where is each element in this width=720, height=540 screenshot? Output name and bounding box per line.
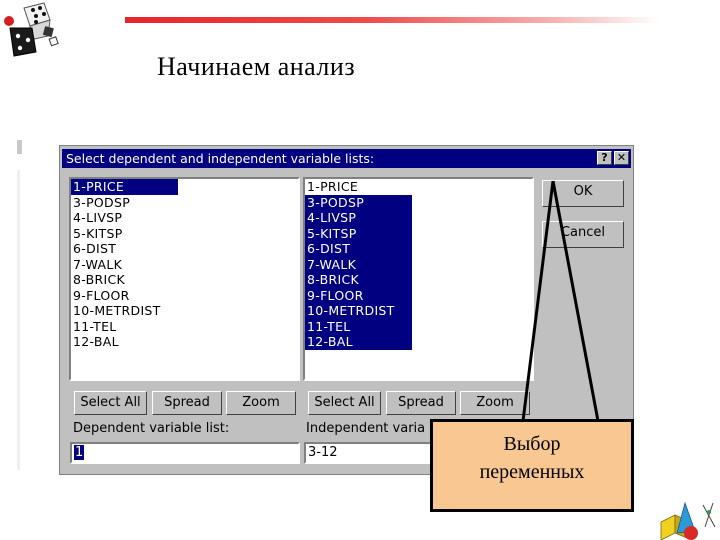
list-item[interactable]: 1-PRICE — [305, 179, 532, 195]
list-item[interactable]: 10-METRDIST — [305, 303, 412, 319]
callout-line-1: Выбор — [503, 433, 561, 455]
cancel-button[interactable]: Cancel — [542, 221, 624, 248]
left-edge-line — [17, 170, 20, 470]
independent-list-label: Independent varia — [306, 421, 426, 436]
dependent-list-label: Dependent variable list: — [73, 421, 230, 436]
list-item[interactable]: 11-TEL — [305, 318, 412, 334]
list-item[interactable]: 5-KITSP — [71, 226, 298, 242]
list-item[interactable]: 10-METRDIST — [71, 303, 298, 319]
list-item[interactable]: 11-TEL — [71, 319, 298, 335]
help-button[interactable]: ? — [597, 151, 612, 165]
independent-variable-value: 3-12 — [308, 445, 338, 460]
callout-box: Выбор переменных — [430, 419, 634, 512]
independent-candidate-list[interactable]: 1-PRICE 3-PODSP 4-LIVSP 5-KITSP 6-DIST 7-WALK… — [303, 177, 534, 381]
geometry-shapes-icon — [660, 501, 716, 540]
dependent-variable-value: 1 — [74, 445, 85, 460]
close-button[interactable]: ✕ — [614, 151, 629, 165]
list-item[interactable]: 6-DIST — [71, 241, 298, 257]
list-item[interactable]: 4-LIVSP — [71, 210, 298, 226]
independent-variable-field[interactable]: 3-12 — [304, 442, 444, 464]
right-spread-button[interactable]: Spread — [386, 391, 456, 415]
dependent-variable-field[interactable]: 1 — [70, 442, 300, 464]
list-item[interactable]: 8-BRICK — [305, 272, 412, 288]
list-item[interactable]: 1-PRICE — [71, 179, 178, 195]
left-edge-mark — [17, 140, 22, 154]
list-item[interactable]: 7-WALK — [71, 257, 298, 273]
title-accent-line — [125, 17, 660, 23]
left-zoom-button[interactable]: Zoom — [226, 391, 296, 415]
list-item[interactable]: 12-BAL — [305, 334, 412, 350]
right-select-all-button[interactable]: Select All — [308, 391, 381, 415]
right-zoom-button[interactable]: Zoom — [460, 391, 530, 415]
list-item[interactable]: 7-WALK — [305, 256, 412, 272]
left-select-all-button[interactable]: Select All — [74, 391, 147, 415]
dialog-titlebar: Select dependent and independent variabl… — [62, 149, 631, 168]
dice-icon — [4, 2, 59, 57]
slide-title: Начинаем анализ — [157, 52, 356, 81]
list-item[interactable]: 3-PODSP — [305, 194, 412, 210]
list-item[interactable]: 12-BAL — [71, 334, 298, 350]
callout-line-2: переменных — [479, 461, 585, 483]
list-item[interactable]: 9-FLOOR — [305, 287, 412, 303]
left-spread-button[interactable]: Spread — [152, 391, 222, 415]
dependent-candidate-list[interactable]: 1-PRICE 3-PODSP 4-LIVSP 5-KITSP 6-DIST 7-WALK… — [69, 177, 300, 381]
list-item[interactable]: 8-BRICK — [71, 272, 298, 288]
list-item[interactable]: 9-FLOOR — [71, 288, 298, 304]
list-item[interactable]: 4-LIVSP — [305, 210, 412, 226]
list-item[interactable]: 3-PODSP — [71, 195, 298, 211]
ok-button[interactable]: OK — [542, 180, 624, 207]
list-item[interactable]: 5-KITSP — [305, 225, 412, 241]
list-item[interactable]: 6-DIST — [305, 241, 412, 257]
dialog-title: Select dependent and independent variabl… — [66, 151, 375, 166]
